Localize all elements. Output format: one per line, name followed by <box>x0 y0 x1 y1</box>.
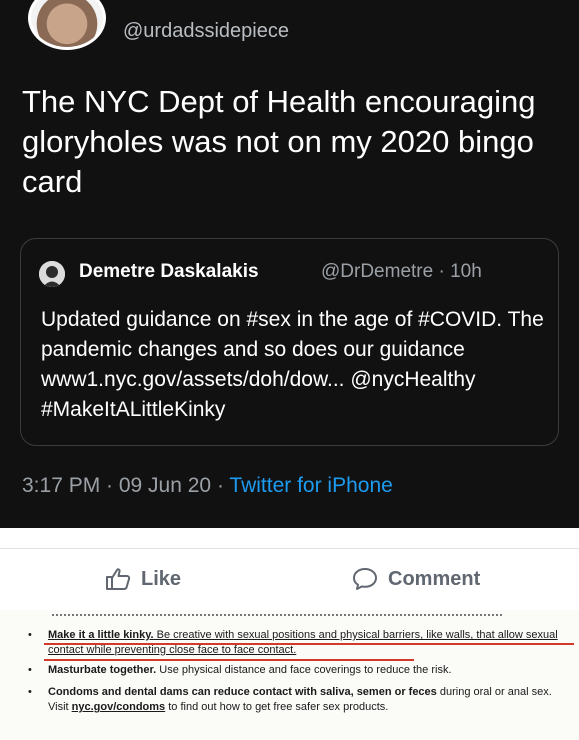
red-underline <box>44 659 414 661</box>
bullet-icon: • <box>28 664 32 676</box>
quote-text: Updated guidance on #sex in the age of #… <box>41 308 544 421</box>
guidance-document-excerpt: • Make it a little kinky. Be creative wi… <box>0 610 579 740</box>
bullet-icon: • <box>28 686 32 698</box>
tweet-source-link[interactable]: Twitter for iPhone <box>229 474 392 497</box>
tweet-timestamp: 3:17 PM · 09 Jun 20 · <box>22 474 230 497</box>
like-button[interactable]: Like <box>105 567 181 591</box>
quote-avatar <box>39 261 65 287</box>
tweet-text: The NYC Dept of Health encouraging glory… <box>22 84 536 199</box>
comment-label: Comment <box>388 567 481 590</box>
quote-author-handle: @DrDemetre · 10h <box>321 261 482 282</box>
cut-off-text-line <box>52 608 502 616</box>
like-label: Like <box>141 567 182 590</box>
bullet-lead: Condoms and dental dams can reduce conta… <box>48 686 437 698</box>
bullet-lead: Masturbate together. <box>48 664 157 676</box>
quote-author-name: Demetre Daskalakis <box>79 261 259 282</box>
profile-icon <box>39 261 65 287</box>
red-underline <box>44 643 574 645</box>
tweet-card: @urdadssidepiece The NYC Dept of Health … <box>0 0 579 528</box>
bullet-text: Masturbate together. Use physical distan… <box>48 663 568 678</box>
bullet-body-end: to find out how to get free safer sex pr… <box>165 701 389 713</box>
comment-button[interactable]: Comment <box>352 567 480 591</box>
bullet-icon: • <box>28 629 32 641</box>
quoted-tweet[interactable]: Demetre Daskalakis @DrDemetre · 10h Upda… <box>20 238 559 446</box>
user-handle[interactable]: @urdadssidepiece <box>123 20 289 43</box>
bullet-body: Use physical distance and face coverings… <box>156 664 452 676</box>
thumbs-up-icon <box>106 568 131 590</box>
avatar[interactable] <box>28 0 106 50</box>
condoms-link[interactable]: nyc.gov/condoms <box>72 701 166 713</box>
facebook-action-bar: Like Comment <box>0 548 579 611</box>
bullet-lead: Make it a little kinky. <box>48 629 154 641</box>
comment-bubble-icon <box>353 568 377 590</box>
tweet-meta: 3:17 PM · 09 Jun 20 · Twitter for iPhone <box>22 474 393 498</box>
bullet-text: Condoms and dental dams can reduce conta… <box>48 685 568 715</box>
